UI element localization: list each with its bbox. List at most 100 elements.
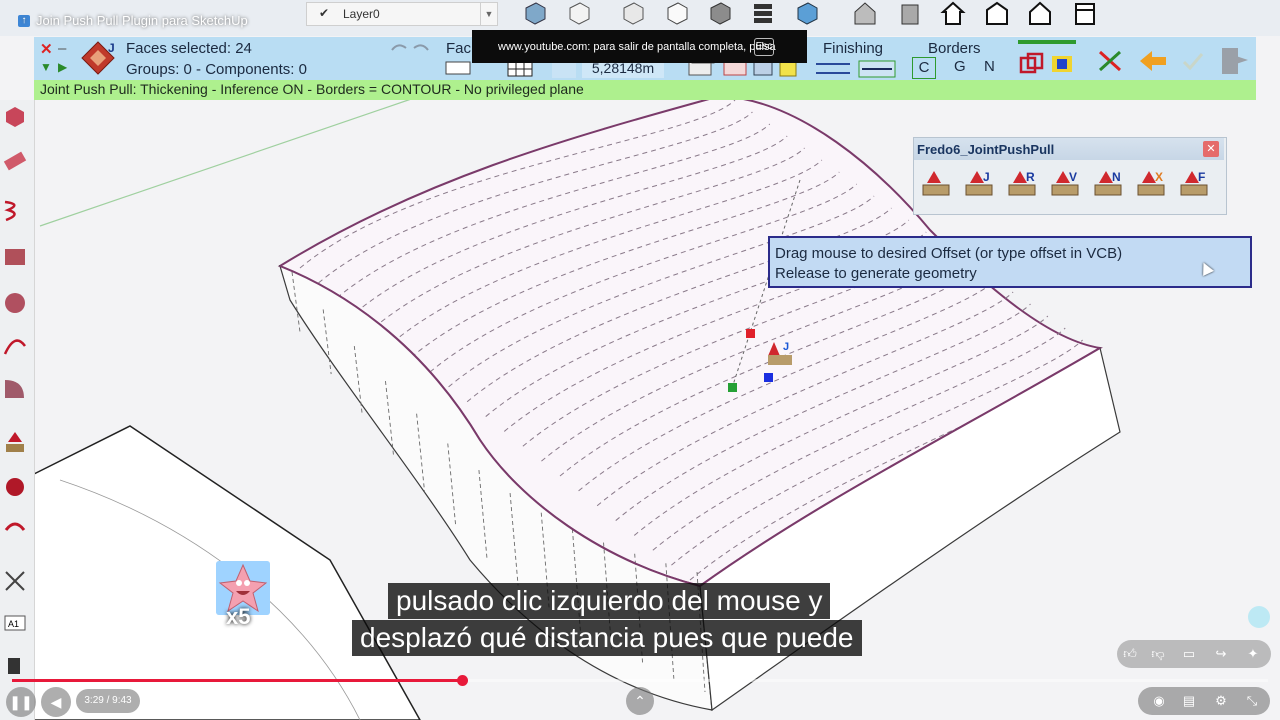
- fullscreen-notice: www.youtube.com: para salir de pantalla …: [472, 30, 807, 63]
- move-tool-icon[interactable]: [2, 474, 28, 500]
- jpp-tool-1-icon[interactable]: [920, 168, 954, 202]
- svg-text:A1: A1: [8, 619, 19, 629]
- triangle-right-icon[interactable]: ▶: [58, 60, 67, 74]
- chevron-up-button[interactable]: ⌃: [626, 687, 654, 715]
- pushpull-tool-icon[interactable]: [2, 430, 28, 456]
- jpp-logo-icon: J: [81, 41, 115, 75]
- color-swatch-icon[interactable]: [1050, 54, 1074, 74]
- triangle-down-icon[interactable]: ▼: [40, 60, 52, 74]
- home-icon[interactable]: [940, 0, 966, 26]
- border-n-toggle[interactable]: N: [984, 58, 995, 75]
- esc-key-badge: Esc: [754, 38, 774, 56]
- xray-cube-icon[interactable]: [794, 0, 820, 26]
- red-cube-tool-icon[interactable]: [2, 104, 28, 130]
- svg-text:J: J: [108, 41, 115, 55]
- tooltip-line-2: Release to generate geometry: [775, 265, 977, 282]
- grid-small-icon[interactable]: [444, 60, 472, 76]
- house-back-icon[interactable]: [1072, 0, 1098, 26]
- autoplay-toggle-icon[interactable]: ◉: [1148, 693, 1170, 709]
- exit-door-icon[interactable]: [1216, 44, 1250, 76]
- check-icon: ✔: [319, 6, 330, 20]
- house-outline-icon[interactable]: [1027, 0, 1053, 26]
- multiplier-badge: x5: [226, 604, 251, 629]
- jpp-tool-3-icon[interactable]: R: [1006, 168, 1040, 202]
- undo-redo-icon[interactable]: [388, 40, 432, 56]
- jpp-tool-letter: X: [1155, 170, 1163, 184]
- time-display: 3:29 / 9:43: [76, 689, 140, 713]
- eraser-tool-icon[interactable]: [2, 148, 28, 174]
- tab-borders[interactable]: Borders: [928, 40, 981, 57]
- iso-view-icon[interactable]: [620, 0, 646, 26]
- pause-button[interactable]: ❚❚: [6, 687, 36, 717]
- jpp-tool-6-icon[interactable]: X: [1135, 168, 1169, 202]
- freehand-tool-icon[interactable]: [2, 196, 28, 222]
- validate-check-icon[interactable]: [1180, 48, 1206, 74]
- caption-line-2: desplazó qué distancia pues que puede: [352, 620, 862, 656]
- exit-fullscreen-icon[interactable]: ⤡: [1244, 693, 1260, 709]
- rotate-tool-icon[interactable]: [2, 516, 28, 542]
- active-indicator: [1018, 40, 1076, 44]
- solid-cube-icon[interactable]: [707, 0, 733, 26]
- caption-line-1: pulsado clic izquierdo del mouse y: [388, 583, 831, 619]
- tooltip-line-1: Drag mouse to desired Offset (or type of…: [775, 245, 1123, 262]
- round-badge-icon[interactable]: [1248, 606, 1270, 628]
- finishing-option-2-icon[interactable]: [858, 60, 896, 78]
- jpp-tool-letter: F: [1198, 170, 1205, 184]
- settings-gear-icon[interactable]: ⚙: [1213, 693, 1229, 709]
- jpp-tool-letter: R: [1026, 170, 1035, 184]
- finishing-option-1-icon[interactable]: [814, 60, 852, 78]
- volume-button[interactable]: ◀: [41, 687, 71, 717]
- faces-tab-partial[interactable]: Fac: [446, 40, 471, 57]
- comment-icon[interactable]: ▭: [1181, 646, 1197, 662]
- info-icon: ↑: [18, 14, 30, 27]
- jpp-status-text: Joint Push Pull: Thickening - Inference …: [40, 81, 584, 97]
- jpp-tool-letter: N: [1112, 170, 1121, 184]
- chevron-down-icon[interactable]: ▼: [480, 3, 497, 25]
- video-title-text: Join Push Pull Plugin para SketchUp: [36, 13, 248, 28]
- layer-name: Layer0: [343, 7, 380, 21]
- border-contour-toggle[interactable]: C: [912, 57, 936, 79]
- jpp-tool-4-icon[interactable]: V: [1049, 168, 1083, 202]
- svg-text:J: J: [783, 341, 789, 353]
- progress-scrubber[interactable]: [457, 675, 468, 686]
- text-tool-icon[interactable]: A1: [2, 610, 28, 636]
- border-g-toggle[interactable]: G: [954, 58, 966, 75]
- circle-tool-icon[interactable]: [2, 290, 28, 316]
- progress-fill: [12, 679, 462, 682]
- jpp-tool-letter: V: [1069, 170, 1077, 184]
- like-icon[interactable]: 👍︎: [1122, 646, 1138, 662]
- video-title: ↑ Join Push Pull Plugin para SketchUp: [18, 13, 248, 28]
- dislike-icon[interactable]: 👎︎: [1150, 646, 1166, 662]
- layers-icon[interactable]: [750, 0, 776, 26]
- house-front-icon[interactable]: [984, 0, 1010, 26]
- tape-measure-tool-icon[interactable]: [2, 568, 28, 594]
- fredo-toolbar-title: Fredo6_JointPushPull: [917, 142, 1055, 157]
- boxes-icon[interactable]: [1018, 52, 1046, 76]
- house-iso-icon[interactable]: [852, 0, 878, 26]
- house-side-icon[interactable]: [897, 0, 923, 26]
- fullscreen-notice-text: www.youtube.com: para salir de pantalla …: [498, 41, 776, 53]
- share-icon[interactable]: ↪: [1213, 646, 1229, 662]
- hidden-line-icon[interactable]: [664, 0, 690, 26]
- layer-select[interactable]: ✔ Layer0 ▼: [306, 2, 498, 26]
- cancel-x-icon[interactable]: [1096, 48, 1124, 74]
- arc-tool-icon[interactable]: [2, 334, 28, 360]
- jpp-tool-7-icon[interactable]: F: [1178, 168, 1212, 202]
- subtitles-icon[interactable]: ▤: [1181, 693, 1197, 709]
- undo-arrow-icon[interactable]: [1138, 48, 1168, 74]
- wireframe-cube-icon[interactable]: [566, 0, 592, 26]
- pie-tool-icon[interactable]: [2, 376, 28, 402]
- sparkle-icon[interactable]: ✦: [1245, 646, 1261, 662]
- shaded-cube-icon[interactable]: [522, 0, 548, 26]
- minimize-icon[interactable]: –: [58, 40, 66, 57]
- jpp-tool-letter: J: [983, 170, 990, 184]
- tab-finishing[interactable]: Finishing: [823, 40, 883, 57]
- close-icon[interactable]: ✕: [1203, 141, 1219, 157]
- rectangle-tool-icon[interactable]: [2, 244, 28, 270]
- jpp-tool-2-icon[interactable]: J: [963, 168, 997, 202]
- paint-tool-icon[interactable]: [2, 652, 28, 678]
- groups-components: Groups: 0 - Components: 0: [126, 61, 307, 78]
- close-icon[interactable]: ✕: [40, 40, 53, 58]
- faces-selected: Faces selected: 24: [126, 40, 252, 57]
- jpp-tool-5-icon[interactable]: N: [1092, 168, 1126, 202]
